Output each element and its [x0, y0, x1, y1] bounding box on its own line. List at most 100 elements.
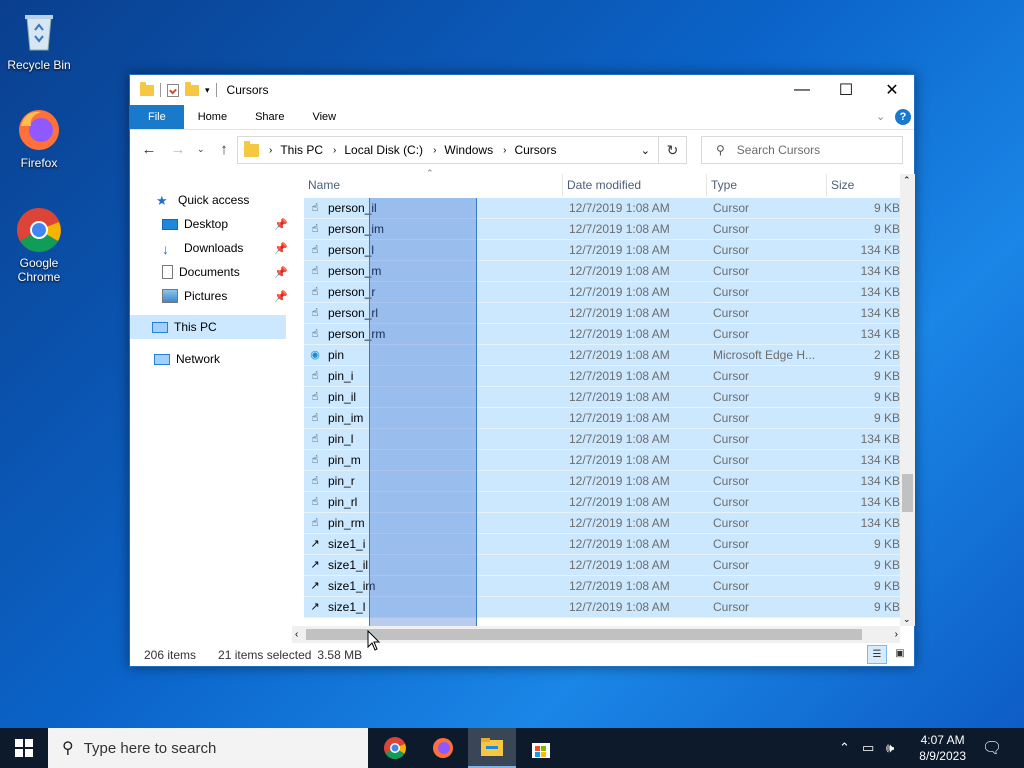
nav-label: Desktop — [184, 217, 229, 231]
file-date: 12/7/2019 1:08 AM — [569, 516, 670, 530]
volume-icon[interactable]: 🕪 — [886, 728, 894, 768]
file-name: size1_l — [328, 600, 366, 614]
back-button[interactable]: ← — [136, 141, 162, 158]
new-folder-icon[interactable] — [185, 81, 199, 96]
maximize-button[interactable]: ☐ — [823, 75, 869, 105]
expand-ribbon-icon[interactable]: ⌄ — [876, 110, 885, 123]
close-button[interactable]: ✕ — [869, 75, 915, 105]
chrome-icon — [384, 737, 406, 759]
nav-quick-access[interactable]: ★ Quick access — [156, 188, 249, 212]
column-header-size[interactable]: Size — [827, 174, 900, 196]
properties-icon[interactable] — [167, 83, 179, 97]
nav-downloads[interactable]: ↓ Downloads 📌 — [162, 236, 322, 260]
network-status-icon[interactable]: ▭ — [862, 728, 874, 768]
column-header-date[interactable]: Date modified — [563, 174, 707, 196]
search-input[interactable]: ⚲ Search Cursors — [701, 136, 903, 164]
recent-locations-icon[interactable]: ⌄ — [197, 144, 205, 155]
column-header-name[interactable]: Name — [304, 174, 563, 196]
file-date: 12/7/2019 1:08 AM — [569, 432, 670, 446]
breadcrumb-this-pc[interactable]: This PC — [280, 143, 323, 157]
cursor-file-icon: ☝ — [311, 307, 319, 319]
address-dropdown-icon[interactable]: ⌄ — [641, 144, 650, 157]
tab-home[interactable]: Home — [184, 105, 241, 129]
pin-icon[interactable]: 📌 — [274, 242, 288, 255]
nav-network[interactable]: Network — [154, 347, 220, 371]
desktop-icon-firefox[interactable]: Firefox — [1, 106, 77, 170]
file-date: 12/7/2019 1:08 AM — [569, 579, 670, 593]
file-date: 12/7/2019 1:08 AM — [569, 390, 670, 404]
nav-label: Documents — [179, 265, 240, 279]
title-bar[interactable]: ▾ Cursors — ☐ ✕ — [130, 75, 914, 105]
file-date: 12/7/2019 1:08 AM — [569, 285, 670, 299]
desktop-icon-recycle-bin[interactable]: Recycle Bin — [1, 8, 77, 72]
breadcrumb-windows[interactable]: Windows — [444, 143, 493, 157]
up-button[interactable]: ↑ — [211, 141, 237, 158]
minimize-button[interactable]: — — [779, 75, 825, 105]
start-button[interactable] — [0, 728, 48, 768]
nav-label: Downloads — [184, 241, 244, 255]
forward-button[interactable]: → — [165, 141, 191, 158]
taskbar-store-button[interactable] — [517, 728, 565, 768]
notifications-icon[interactable]: 🗨 — [982, 728, 1002, 768]
large-icons-view-icon[interactable]: ▣ — [891, 645, 909, 664]
column-header-type[interactable]: Type — [707, 174, 827, 196]
desktop-icon-chrome[interactable]: Google Chrome — [1, 206, 77, 284]
taskbar-firefox-button[interactable] — [419, 728, 467, 768]
file-date: 12/7/2019 1:08 AM — [569, 369, 670, 383]
file-size: 134 KB — [860, 327, 900, 341]
vertical-scrollbar[interactable]: ⌃ ⌄ — [900, 174, 915, 626]
nav-desktop[interactable]: Desktop 📌 — [162, 212, 322, 236]
scroll-right-icon[interactable]: › — [895, 629, 898, 640]
nav-this-pc[interactable]: This PC — [130, 315, 286, 339]
horizontal-scroll-thumb[interactable] — [306, 629, 862, 640]
file-size: 9 KB — [873, 390, 900, 404]
show-hidden-icons-icon[interactable]: ⌃ — [839, 728, 850, 768]
file-name: person_l — [328, 243, 375, 257]
search-icon: ⚲ — [716, 143, 725, 157]
file-name: pin_rm — [328, 516, 365, 530]
file-date: 12/7/2019 1:08 AM — [569, 600, 670, 614]
breadcrumb-cursors[interactable]: Cursors — [514, 143, 556, 157]
file-size: 134 KB — [860, 474, 900, 488]
file-type: Cursor — [713, 579, 750, 593]
breadcrumb-separator: › — [503, 144, 507, 156]
file-date: 12/7/2019 1:08 AM — [569, 495, 670, 509]
scroll-down-icon[interactable]: ⌄ — [903, 614, 911, 625]
documents-icon — [162, 265, 173, 279]
cursor-file-icon: ☝ — [311, 286, 319, 298]
scroll-up-icon[interactable]: ⌃ — [903, 175, 911, 186]
pin-icon[interactable]: 📌 — [274, 218, 288, 231]
column-header-row: ⌃ Name Date modified Type Size — [304, 168, 900, 196]
taskbar-file-explorer-button[interactable] — [468, 728, 516, 768]
address-bar[interactable]: › This PC › Local Disk (C:) › Windows › … — [237, 136, 659, 164]
nav-pictures[interactable]: Pictures 📌 — [162, 284, 322, 308]
cursor-file-icon: ☝ — [311, 412, 319, 424]
cursor-file-icon: ☝ — [311, 328, 319, 340]
file-type: Cursor — [713, 327, 750, 341]
taskbar-clock[interactable]: 4:07 AM 8/9/2023 — [919, 732, 966, 764]
file-name: pin — [328, 348, 345, 362]
tab-view[interactable]: View — [298, 105, 350, 129]
horizontal-scrollbar[interactable]: ‹ › — [292, 626, 900, 643]
help-icon[interactable]: ? — [895, 109, 911, 125]
details-view-icon[interactable]: ☰ — [867, 645, 887, 664]
pin-icon[interactable]: 📌 — [274, 266, 288, 279]
chrome-icon — [15, 206, 63, 254]
taskbar-search-box[interactable]: ⚲ Type here to search — [48, 728, 368, 768]
breadcrumb-local-disk[interactable]: Local Disk (C:) — [344, 143, 423, 157]
tab-share[interactable]: Share — [241, 105, 298, 129]
file-size: 134 KB — [860, 495, 900, 509]
refresh-button[interactable]: ↻ — [659, 136, 687, 164]
scroll-left-icon[interactable]: ‹ — [295, 629, 298, 640]
file-date: 12/7/2019 1:08 AM — [569, 327, 670, 341]
customize-toolbar-icon[interactable]: ▾ — [205, 85, 210, 96]
nav-label: Network — [176, 352, 221, 366]
cursor-file-icon: ☝ — [311, 454, 319, 466]
file-date: 12/7/2019 1:08 AM — [569, 306, 670, 320]
vertical-scroll-thumb[interactable] — [902, 474, 913, 512]
file-size: 9 KB — [873, 537, 900, 551]
pin-icon[interactable]: 📌 — [274, 290, 288, 303]
tab-file[interactable]: File — [130, 105, 184, 129]
taskbar-chrome-button[interactable] — [371, 728, 419, 768]
nav-documents[interactable]: Documents 📌 — [162, 260, 322, 284]
